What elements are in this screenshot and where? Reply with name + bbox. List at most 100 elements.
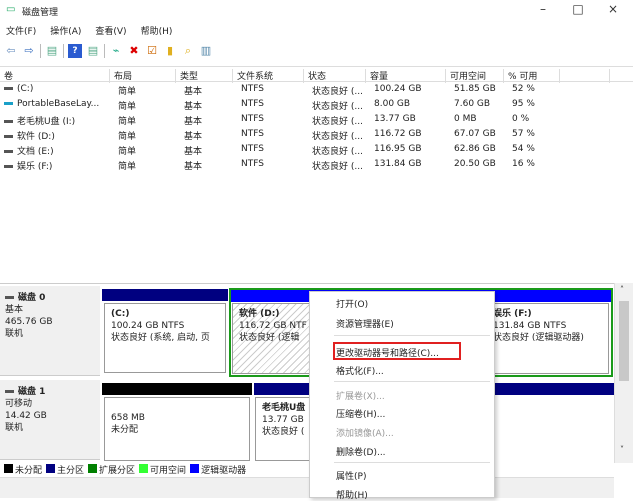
col-type[interactable]: 类型 (176, 69, 233, 83)
table-cell: 0 % (512, 114, 530, 124)
toolbar-separator (63, 44, 64, 58)
volume-icon (4, 150, 13, 153)
table-cell: 100.24 GB (374, 84, 422, 94)
table-cell: 状态良好 (... (312, 87, 363, 97)
title-bar: ▭ 磁盘管理 – □ × (0, 0, 633, 20)
volume-cell: 文档 (E:) (4, 144, 54, 157)
disk-name: 磁盘 0 (18, 293, 46, 303)
table-cell: 57 % (512, 129, 535, 139)
table-row[interactable]: (C:) 简单 基本 NTFS 状态良好 (... 100.24 GB 51.85 GB 52… (0, 82, 633, 97)
vertical-scrollbar[interactable]: ˄ ˅ (614, 283, 633, 463)
legend-logical: 逻辑驱动器 (190, 463, 246, 476)
disk-type: 可移动 (5, 399, 33, 409)
table-cell: 51.85 GB (454, 84, 496, 94)
menu-item-delete-volume[interactable]: 删除卷(D)... (336, 445, 386, 458)
col-volume[interactable]: 卷 (0, 69, 110, 83)
scroll-up-icon[interactable]: ˄ (620, 285, 624, 294)
volume-cell: 软件 (D:) (4, 129, 55, 142)
menu-item-format[interactable]: 格式化(F)... (336, 364, 384, 377)
disk-0-label[interactable]: 磁盘 0 基本 465.76 GB 联机 (0, 286, 100, 376)
menu-action[interactable]: 操作(A) (50, 24, 81, 37)
col-capacity[interactable]: 容量 (366, 69, 446, 83)
partition-c[interactable]: (C:) 100.24 GB NTFS 状态良好 (系统, 启动, 页 (104, 303, 226, 373)
table-cell: 20.50 GB (454, 159, 496, 169)
menu-separator (334, 335, 490, 336)
properties-icon[interactable]: ▤ (86, 44, 100, 58)
partition-size: 131.84 GB NTFS (493, 321, 567, 331)
scroll-down-icon[interactable]: ˅ (620, 445, 624, 454)
table-cell: 13.77 GB (374, 114, 416, 124)
table-row[interactable]: 娱乐 (F:) 简单 基本 NTFS 状态良好 (... 131.84 GB 20.50 G… (0, 157, 633, 172)
window-title: 磁盘管理 (22, 8, 59, 18)
table-cell: NTFS (241, 144, 264, 154)
back-icon[interactable]: ⇦ (4, 44, 18, 58)
volume-icon (4, 120, 13, 123)
table-cell: 95 % (512, 99, 535, 109)
search-icon[interactable]: ⌕ (181, 44, 195, 58)
menu-file[interactable]: 文件(F) (6, 24, 36, 37)
menu-item-properties[interactable]: 属性(P) (336, 469, 366, 482)
minimize-button[interactable]: – (528, 2, 558, 18)
table-row[interactable]: PortableBaseLay... 简单 基本 NTFS 状态良好 (... 8.00 … (0, 97, 633, 112)
menu-item-shrink-volume[interactable]: 压缩卷(H)... (336, 407, 385, 420)
console-icon[interactable]: ▤ (45, 44, 59, 58)
col-filesystem[interactable]: 文件系统 (233, 69, 304, 83)
col-layout[interactable]: 布局 (110, 69, 176, 83)
table-cell: 7.60 GB (454, 99, 491, 109)
disk-status: 联机 (5, 423, 24, 433)
up-icon[interactable]: ▮ (163, 44, 177, 58)
partition-f[interactable]: 娱乐 (F:) 131.84 GB NTFS 状态良好 (逻辑驱动器) (484, 303, 609, 374)
check-icon[interactable]: ☑ (145, 44, 159, 58)
partition-name: 娱乐 (F:) (493, 309, 532, 319)
help-icon[interactable]: ? (68, 44, 82, 58)
context-menu: 打开(O) 资源管理器(E) 更改驱动器号和路径(C)... 格式化(F)...… (309, 291, 495, 501)
disk-1-label[interactable]: 磁盘 1 可移动 14.42 GB 联机 (0, 380, 100, 460)
menu-item-change-drive-letter[interactable]: 更改驱动器号和路径(C)... (336, 346, 439, 359)
table-cell: 基本 (184, 132, 203, 142)
disk-size: 14.42 GB (5, 411, 47, 421)
menu-separator (334, 381, 490, 382)
connect-icon[interactable]: ⌁ (109, 44, 123, 58)
table-cell: 简单 (118, 87, 137, 97)
table-row[interactable]: 软件 (D:) 简单 基本 NTFS 状态良好 (... 116.72 GB 67.07 G… (0, 127, 633, 142)
disk-management-icon: ▭ (6, 4, 16, 15)
maximize-button[interactable]: □ (563, 2, 593, 18)
col-free[interactable]: 可用空间 (446, 69, 504, 83)
scrollbar-thumb[interactable] (619, 301, 629, 381)
menu-item-explorer[interactable]: 资源管理器(E) (336, 317, 394, 330)
list-icon[interactable]: ▥ (199, 44, 213, 58)
volume-icon (4, 102, 13, 105)
disk-name: 磁盘 1 (18, 387, 46, 397)
delete-icon[interactable]: ✖ (127, 44, 141, 58)
col-percent-free[interactable]: % 可用 (504, 69, 560, 83)
table-row[interactable]: 老毛桃U盘 (I:) 简单 基本 NTFS 状态良好 (... 13.77 GB 0 MB 0… (0, 112, 633, 127)
menu-bar: 文件(F) 操作(A) 查看(V) 帮助(H) (6, 24, 172, 37)
table-row[interactable]: 文档 (E:) 简单 基本 NTFS 状态良好 (... 116.95 GB 62.86 G… (0, 142, 633, 157)
legend-primary: 主分区 (46, 463, 84, 476)
volume-name: (C:) (17, 84, 34, 94)
menu-view[interactable]: 查看(V) (95, 24, 126, 37)
menu-item-help[interactable]: 帮助(H) (336, 488, 368, 501)
partition-size: 116.72 GB NTF (239, 321, 307, 331)
volume-name: 软件 (D:) (17, 132, 55, 142)
col-status[interactable]: 状态 (304, 69, 366, 83)
partition-status: 状态良好 (系统, 启动, 页 (111, 333, 210, 343)
forward-icon[interactable]: ⇨ (22, 44, 36, 58)
partition-name: 软件 (D:) (239, 309, 280, 319)
volume-name: 老毛桃U盘 (I:) (17, 117, 76, 127)
toolbar: ⇦ ⇨ ▤ ? ▤ ⌁ ✖ ☑ ▮ ⌕ ▥ (4, 43, 213, 59)
close-button[interactable]: × (598, 2, 628, 18)
menu-help[interactable]: 帮助(H) (141, 24, 173, 37)
table-cell: NTFS (241, 159, 264, 169)
volume-cell: 老毛桃U盘 (I:) (4, 114, 75, 127)
primary-partition-bar (102, 289, 228, 301)
table-cell: 16 % (512, 159, 535, 169)
table-cell: 状态良好 (... (312, 147, 363, 157)
unallocated-bar (102, 383, 252, 395)
partition-unallocated[interactable]: 658 MB 未分配 (104, 397, 250, 461)
table-cell: 52 % (512, 84, 535, 94)
graphical-view: 磁盘 0 基本 465.76 GB 联机 (C:) 100.24 GB NTFS… (0, 283, 614, 463)
menu-item-open[interactable]: 打开(O) (336, 297, 368, 310)
legend-free-space: 可用空间 (139, 463, 186, 476)
disk-type: 基本 (5, 305, 24, 315)
